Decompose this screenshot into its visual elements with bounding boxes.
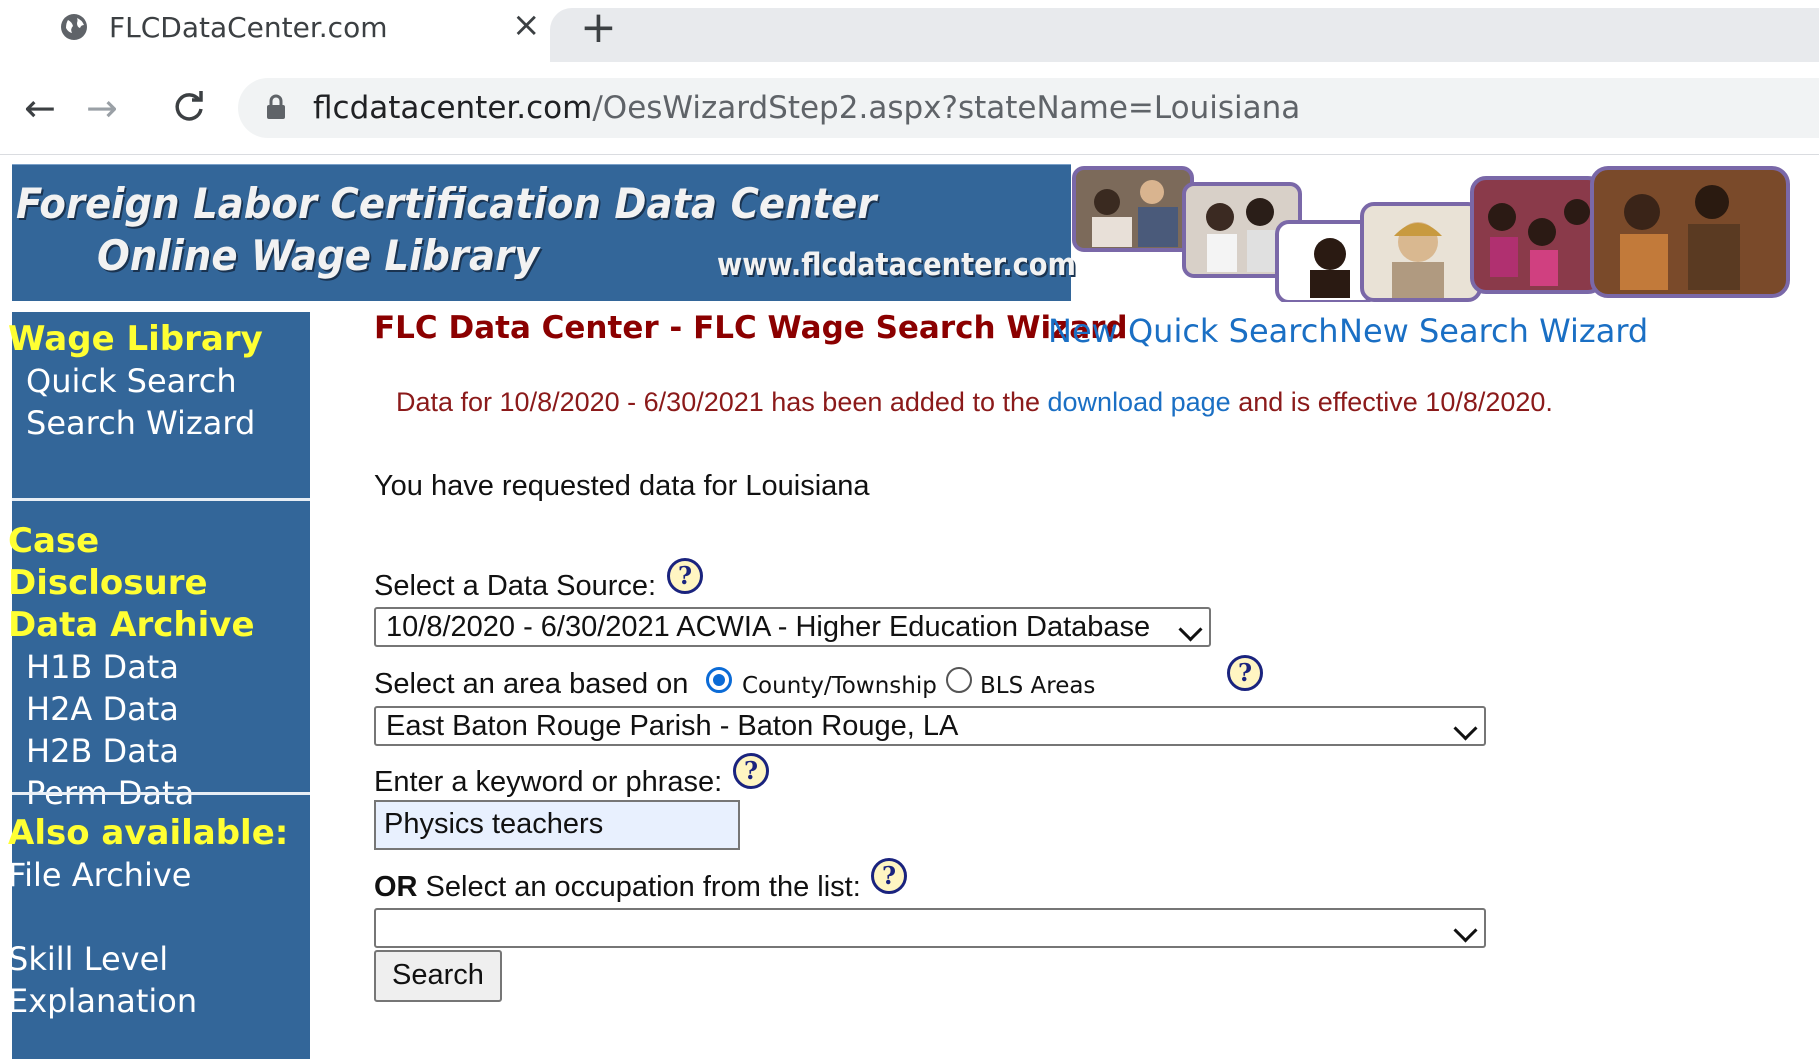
browser-tab[interactable]: FLCDataCenter.com × xyxy=(14,0,544,62)
radio-county-label: County/Township xyxy=(742,673,937,699)
sidebar-also-available: Also available: File Archive Skill Level… xyxy=(8,812,310,1022)
sidebar-link-h1b[interactable]: H1B Data xyxy=(26,646,310,688)
url-path: /OesWizardStep2.aspx?stateName=Louisiana xyxy=(592,90,1301,126)
sidebar-heading-wage-library: Wage Library xyxy=(8,319,263,359)
sidebar-link-skill-level-1[interactable]: Skill Level xyxy=(8,938,310,980)
sidebar-heading-also-available: Also available: xyxy=(8,813,289,853)
reload-icon[interactable] xyxy=(172,90,206,124)
sidebar-divider xyxy=(12,498,310,501)
sidebar-divider xyxy=(12,792,310,795)
url-text: flcdatacenter.com/OesWizardStep2.aspx?st… xyxy=(313,90,1300,126)
radio-county-township[interactable] xyxy=(706,667,732,693)
sidebar-wage-library: Wage Library Quick Search Search Wizard xyxy=(8,318,310,444)
browser-tab-bar: FLCDataCenter.com × + xyxy=(0,0,1819,62)
area-select[interactable]: East Baton Rouge Parish - Baton Rouge, L… xyxy=(374,706,1486,746)
data-notice: Data for 10/8/2020 - 6/30/2021 has been … xyxy=(396,387,1553,418)
banner-title-line2: Online Wage Library xyxy=(97,231,540,280)
new-quick-search-link[interactable]: New Quick Search xyxy=(1048,312,1339,350)
browser-toolbar: ← → flcdatacenter.com/OesWizardStep2.asp… xyxy=(0,62,1819,155)
site-banner: Foreign Labor Certification Data Center … xyxy=(12,164,1076,303)
search-button[interactable]: Search xyxy=(374,950,502,1002)
banner-photo-collage xyxy=(1072,166,1790,302)
sidebar-link-quick-search[interactable]: Quick Search xyxy=(26,360,310,402)
forward-arrow-icon[interactable]: → xyxy=(86,86,118,130)
chevron-down-icon xyxy=(1453,918,1478,943)
chevron-down-icon xyxy=(1178,617,1203,642)
help-icon[interactable]: ? xyxy=(733,753,769,789)
area-label: Select an area based on xyxy=(374,668,689,700)
help-icon[interactable]: ? xyxy=(1227,655,1263,691)
or-label: OR xyxy=(374,871,418,903)
globe-icon xyxy=(61,14,87,40)
sidebar: Wage Library Quick Search Search Wizard … xyxy=(8,312,310,1059)
sidebar-link-h2a[interactable]: H2A Data xyxy=(26,688,310,730)
banner-title-line1: Foreign Labor Certification Data Center xyxy=(16,179,877,228)
data-source-label: Select a Data Source: xyxy=(374,570,657,602)
url-host: flcdatacenter.com xyxy=(313,90,593,126)
notice-text-after: and is effective 10/8/2020. xyxy=(1230,387,1553,417)
area-selected: East Baton Rouge Parish - Baton Rouge, L… xyxy=(386,710,959,742)
new-tab-button[interactable]: + xyxy=(580,2,617,53)
tab-strip-background xyxy=(550,8,1819,62)
lock-icon xyxy=(267,94,285,119)
keyword-input[interactable]: Physics teachers xyxy=(374,800,740,850)
sidebar-case-disclosure: Case Disclosure Data Archive H1B Data H2… xyxy=(8,520,310,814)
occupation-select[interactable] xyxy=(374,908,1486,948)
sidebar-heading-case-disclosure-1: Case Disclosure xyxy=(8,521,208,603)
requested-state-text: You have requested data for Louisiana xyxy=(374,470,870,502)
back-arrow-icon[interactable]: ← xyxy=(24,86,56,130)
radio-bls-label: BLS Areas xyxy=(980,673,1096,699)
keyword-label: Enter a keyword or phrase: xyxy=(374,766,723,798)
download-page-link[interactable]: download page xyxy=(1048,387,1231,417)
sidebar-link-skill-level-2[interactable]: Explanation xyxy=(8,980,310,1022)
help-icon[interactable]: ? xyxy=(667,558,703,594)
chevron-down-icon xyxy=(1453,716,1478,741)
occupation-label: OR Select an occupation from the list: xyxy=(374,871,861,904)
keyword-input-value: Physics teachers xyxy=(384,808,604,840)
sidebar-heading-case-disclosure-2: Data Archive xyxy=(8,605,255,645)
close-icon[interactable]: × xyxy=(512,5,541,45)
banner-site-url: www.flcdatacenter.com xyxy=(717,247,1076,283)
sidebar-link-file-archive[interactable]: File Archive xyxy=(8,854,310,896)
help-icon[interactable]: ? xyxy=(871,858,907,894)
address-bar[interactable]: flcdatacenter.com/OesWizardStep2.aspx?st… xyxy=(238,78,1819,138)
occupation-label-text: Select an occupation from the list: xyxy=(417,871,861,903)
data-source-select[interactable]: 10/8/2020 - 6/30/2021 ACWIA - Higher Edu… xyxy=(374,607,1211,647)
new-search-wizard-link[interactable]: New Search Wizard xyxy=(1339,312,1648,350)
data-source-selected: 10/8/2020 - 6/30/2021 ACWIA - Higher Edu… xyxy=(386,611,1151,643)
notice-text-before: Data for 10/8/2020 - 6/30/2021 has been … xyxy=(396,387,1048,417)
page-title: FLC Data Center - FLC Wage Search Wizard xyxy=(374,310,1128,346)
sidebar-link-h2b[interactable]: H2B Data xyxy=(26,730,310,772)
tab-title: FLCDataCenter.com xyxy=(109,11,388,44)
radio-bls-areas[interactable] xyxy=(946,667,972,693)
sidebar-link-search-wizard[interactable]: Search Wizard xyxy=(26,402,310,444)
